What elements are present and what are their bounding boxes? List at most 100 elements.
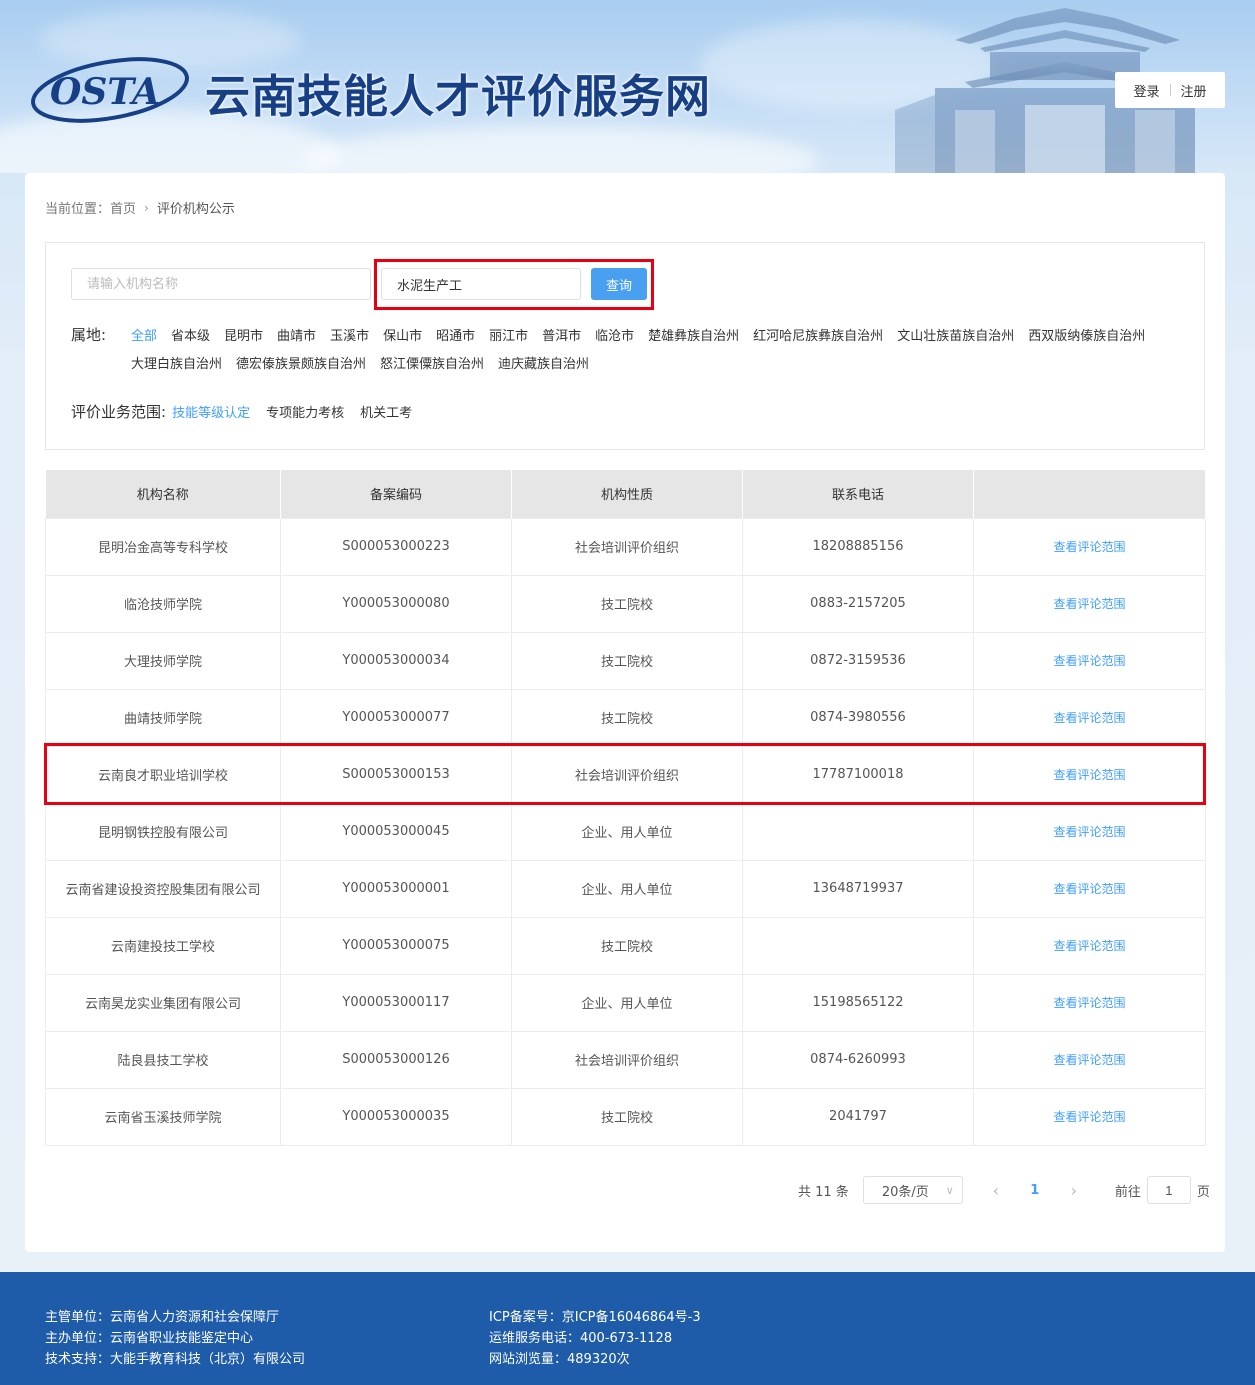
org-name-input[interactable] [71,268,371,300]
prev-page-icon[interactable]: ‹ [981,1181,1011,1200]
region-option[interactable]: 曲靖市 [277,323,316,351]
org-type-cell: 社会培训评价组织 [511,1030,743,1089]
org-name-cell: 昆明钢铁控股有限公司 [45,802,281,861]
region-option[interactable]: 昆明市 [224,323,263,351]
main-card: 当前位置： 首页 › 评价机构公示 查询 属地: 全部省本级昆明市曲靖市玉溪市保… [25,173,1225,1252]
goto-page-input[interactable] [1146,1176,1191,1204]
page-number[interactable]: 1 [1011,1183,1059,1198]
region-option[interactable]: 全部 [131,323,157,351]
table-row: 云南省玉溪技师学院 Y000053000035 技工院校 2041797 查看评论范围 [45,1087,1206,1146]
query-button[interactable]: 查询 [591,268,647,300]
osta-logo: OSTA [31,57,189,123]
auth-box: 登录 注册 [1115,72,1225,108]
region-option[interactable]: 保山市 [383,323,422,351]
goto-page: 前往 页 [1115,1176,1210,1204]
page-size-select[interactable]: 20条/页 ∨ [862,1176,963,1204]
org-type-cell: 技工院校 [511,631,743,690]
login-link[interactable]: 登录 [1133,81,1159,100]
org-name-cell: 云南省建设投资控股集团有限公司 [45,859,281,918]
record-code-cell: Y000053000034 [280,631,512,690]
region-option[interactable]: 迪庆藏族自治州 [498,351,589,379]
column-header: 备案编码 [280,470,512,518]
job-name-input[interactable] [381,268,581,300]
footer-line: 主管单位：云南省人力资源和社会保障厅 [45,1310,280,1325]
record-code-cell: S000053000223 [280,517,512,576]
record-code-cell: Y000053000080 [280,574,512,633]
phone-cell: 0874-6260993 [742,1030,974,1089]
scope-option[interactable]: 技能等级认定 [172,402,250,421]
phone-cell: 0872-3159536 [742,631,974,690]
view-scope-link[interactable]: 查看评论范围 [973,574,1206,633]
org-name-cell: 云南昊龙实业集团有限公司 [45,973,281,1032]
view-scope-link[interactable]: 查看评论范围 [973,973,1206,1032]
footer-line: 网站浏览量：489320次 [489,1352,630,1367]
site-header: OSTA 云南技能人才评价服务网 登录 注册 [0,0,1255,173]
column-header: 机构名称 [45,470,281,518]
chevron-right-icon: › [144,200,149,215]
record-code-cell: S000053000126 [280,1030,512,1089]
view-scope-link[interactable]: 查看评论范围 [973,916,1206,975]
register-link[interactable]: 注册 [1181,81,1207,100]
view-scope-link[interactable]: 查看评论范围 [973,1087,1206,1146]
org-type-cell: 技工院校 [511,1087,743,1146]
org-type-cell: 企业、用人单位 [511,859,743,918]
column-header: 机构性质 [511,470,743,518]
region-option[interactable]: 怒江傈僳族自治州 [380,351,484,379]
logo-text: OSTA [50,71,160,113]
region-option[interactable]: 临沧市 [595,323,634,351]
view-scope-link[interactable]: 查看评论范围 [973,688,1206,747]
chevron-down-icon: ∨ [945,1183,954,1197]
scope-label: 评价业务范围: [71,403,167,421]
region-option[interactable]: 省本级 [171,323,210,351]
region-option[interactable]: 楚雄彝族自治州 [648,323,739,351]
scope-option[interactable]: 专项能力考核 [266,402,344,421]
table-row: 陆良县技工学校 S000053000126 社会培训评价组织 0874-6260993… [45,1030,1206,1089]
column-header [973,470,1206,518]
scope-option[interactable]: 机关工考 [360,402,412,421]
view-scope-link[interactable]: 查看评论范围 [973,859,1206,918]
org-name-cell: 陆良县技工学校 [45,1030,281,1089]
org-type-cell: 技工院校 [511,574,743,633]
org-type-cell: 技工院校 [511,916,743,975]
footer-col-left: 主管单位：云南省人力资源和社会保障厅 主办单位：云南省职业技能鉴定中心 技术支持… [45,1307,305,1370]
org-type-cell: 社会培训评价组织 [511,517,743,576]
region-option[interactable]: 西双版纳傣族自治州 [1028,323,1145,351]
breadcrumb-current: 评价机构公示 [156,202,235,217]
record-code-cell: Y000053000045 [280,802,512,861]
next-page-icon[interactable]: › [1059,1181,1089,1200]
org-type-cell: 技工院校 [511,688,743,747]
phone-cell [742,802,974,861]
divider [1169,84,1171,96]
table-row: 云南昊龙实业集团有限公司 Y000053000117 企业、用人单位 15198565… [45,973,1206,1032]
org-type-cell: 企业、用人单位 [511,973,743,1032]
phone-cell: 2041797 [742,1087,974,1146]
region-option[interactable]: 德宏傣族景颇族自治州 [236,351,366,379]
region-option[interactable]: 文山壮族苗族自治州 [897,323,1014,351]
table-row: 云南省建设投资控股集团有限公司 Y000053000001 企业、用人单位 13648… [45,859,1206,918]
table-header-row: 机构名称 备案编码 机构性质 联系电话 [45,470,1206,518]
region-list: 全部 省本级 昆明市 曲靖市 玉溪市 保山市 昭通市 丽江市 普洱市 临沧市 楚雄彝族自治州 红河哈尼… [131,323,1191,379]
org-name-cell: 大理技师学院 [45,631,281,690]
region-option[interactable]: 丽江市 [489,323,528,351]
view-scope-link[interactable]: 查看评论范围 [973,517,1206,576]
region-option[interactable]: 红河哈尼族彝族自治州 [753,323,883,351]
breadcrumb-home-link[interactable]: 首页 [110,198,136,217]
record-code-cell: Y000053000001 [280,859,512,918]
filter-panel: 查询 属地: 全部省本级昆明市曲靖市玉溪市保山市昭通市丽江市普洱市临沧市楚雄彝族… [45,242,1205,450]
region-option[interactable]: 普洱市 [542,323,581,351]
region-option[interactable]: 昭通市 [436,323,475,351]
breadcrumb-prefix: 当前位置： [45,202,111,217]
pagination: 共 11 条 20条/页 ∨ ‹ 1 › 前往 页 [798,1176,1210,1204]
view-scope-link[interactable]: 查看评论范围 [973,1030,1206,1089]
region-option[interactable]: 大理白族自治州 [131,351,222,379]
scope-row: 评价业务范围: 技能等级认定 专项能力考核 机关工考 [71,401,428,422]
view-scope-link[interactable]: 查看评论范围 [973,802,1206,861]
record-code-cell: Y000053000077 [280,688,512,747]
phone-cell [742,916,974,975]
breadcrumb: 当前位置： 首页 › 评价机构公示 [45,198,235,218]
region-option[interactable]: 玉溪市 [330,323,369,351]
view-scope-link[interactable]: 查看评论范围 [973,631,1206,690]
footer-line: 技术支持：大能手教育科技（北京）有限公司 [45,1352,306,1367]
org-type-cell: 企业、用人单位 [511,802,743,861]
view-scope-link[interactable]: 查看评论范围 [973,745,1206,804]
